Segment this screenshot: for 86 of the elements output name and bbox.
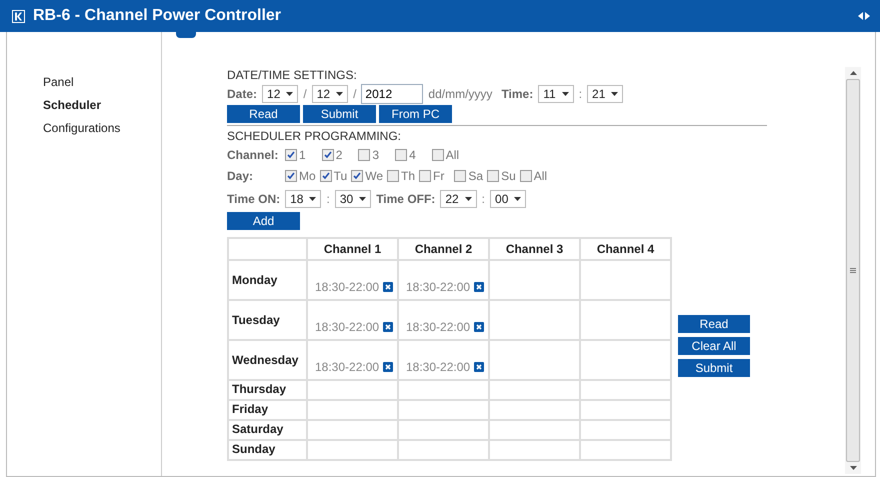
caret-icon <box>514 197 522 201</box>
action-button[interactable]: Submit <box>303 105 376 123</box>
logo-icon <box>12 10 25 22</box>
checkmark-icon <box>287 150 295 158</box>
day-cell: Tuesday <box>228 300 307 340</box>
day-cell: Monday <box>228 260 307 300</box>
column-header: Channel 3 <box>489 238 580 260</box>
separator: / <box>353 87 356 101</box>
hour-select[interactable]: 18 <box>285 190 322 208</box>
sidebar-item[interactable]: Configurations <box>43 120 161 137</box>
add-button[interactable]: Add <box>227 212 300 230</box>
time-off-label: Time OFF: <box>376 192 436 206</box>
section-heading: SCHEDULER PROGRAMMING: <box>227 128 402 144</box>
checkmark-icon <box>287 172 295 180</box>
separator: / <box>303 87 307 101</box>
hour-select[interactable]: 22 <box>440 190 477 208</box>
action-button[interactable]: Read <box>678 315 750 333</box>
delete-icon[interactable] <box>474 282 484 292</box>
delete-icon[interactable] <box>383 282 394 292</box>
section-heading: DATE/TIME SETTINGS: <box>227 67 358 83</box>
checkbox[interactable]: 3 <box>358 148 380 162</box>
day-cell: Saturday <box>228 420 307 440</box>
checkbox[interactable]: Th <box>387 168 416 182</box>
scrollbar[interactable] <box>845 67 861 474</box>
checkmark-icon <box>324 150 332 158</box>
time-on-label: Time ON: <box>227 192 280 206</box>
delete-icon[interactable] <box>474 322 484 332</box>
channel-label: Channel: <box>227 148 280 162</box>
caret-icon <box>464 197 472 201</box>
schedule-entry: 18:30-22:00 <box>315 360 380 374</box>
separator: : <box>326 192 330 206</box>
day-cell: Friday <box>228 400 307 420</box>
minute-select[interactable]: 30 <box>334 190 372 208</box>
checkbox[interactable]: Sa <box>454 168 484 182</box>
separator: : <box>482 192 486 206</box>
format-hint: dd/mm/yyyy <box>428 87 492 101</box>
day-cell: Thursday <box>228 380 307 400</box>
action-button[interactable]: Read <box>227 105 300 123</box>
day-cell: Wednesday <box>228 340 307 380</box>
caret-icon <box>309 197 316 201</box>
day-cell: Sunday <box>228 440 307 460</box>
year-field[interactable]: 2012 <box>361 84 424 104</box>
schedule-entry: 18:30-22:00 <box>406 360 470 374</box>
sidebar-item[interactable]: Scheduler <box>43 97 161 114</box>
resize-icon[interactable] <box>858 12 870 20</box>
delete-icon[interactable] <box>383 362 394 372</box>
caret-icon <box>336 92 344 96</box>
minute-select[interactable]: 21 <box>587 85 624 103</box>
column-header: Channel 1 <box>307 238 398 260</box>
checkbox[interactable]: Mo <box>285 168 316 182</box>
checkmark-icon <box>322 172 330 180</box>
day-select[interactable]: 12 <box>262 85 298 103</box>
minute-select[interactable]: 00 <box>490 190 526 208</box>
caret-icon <box>286 92 294 96</box>
schedule-entry: 18:30-22:00 <box>406 320 470 334</box>
checkbox[interactable]: Tu <box>320 168 348 182</box>
sidebar-item[interactable]: Panel <box>43 74 161 91</box>
checkbox[interactable]: All <box>432 148 460 162</box>
caret-icon <box>562 92 569 96</box>
checkbox[interactable]: Fr <box>419 168 444 182</box>
caret-icon <box>359 197 366 201</box>
column-header: Channel 2 <box>398 238 489 260</box>
checkbox[interactable]: We <box>351 168 384 182</box>
delete-icon[interactable] <box>383 322 394 332</box>
schedule-entry: 18:30-22:00 <box>406 280 470 294</box>
separator: : <box>578 87 582 101</box>
action-button[interactable]: From PC <box>379 105 452 123</box>
checkbox[interactable]: Su <box>487 168 516 182</box>
grip-icon <box>850 268 856 273</box>
delete-icon[interactable] <box>474 362 484 372</box>
day-label: Day: <box>227 168 254 182</box>
schedule-entry: 18:30-22:00 <box>315 280 380 294</box>
action-button[interactable]: Clear All <box>678 337 750 355</box>
checkbox[interactable]: All <box>520 168 548 182</box>
column-header: Channel 4 <box>580 238 671 260</box>
checkbox[interactable]: 1 <box>285 148 306 162</box>
hour-select[interactable]: 11 <box>538 85 574 103</box>
action-button[interactable]: Submit <box>678 359 750 377</box>
window-title: RB-6 - Channel Power Controller <box>33 7 282 25</box>
time-label: Time: <box>501 87 534 101</box>
caret-icon <box>611 92 618 96</box>
checkmark-icon <box>353 172 362 180</box>
date-label: Date: <box>227 87 258 101</box>
schedule-entry: 18:30-22:00 <box>315 320 380 334</box>
panel-tab[interactable] <box>176 30 196 38</box>
month-select[interactable]: 12 <box>312 85 348 103</box>
